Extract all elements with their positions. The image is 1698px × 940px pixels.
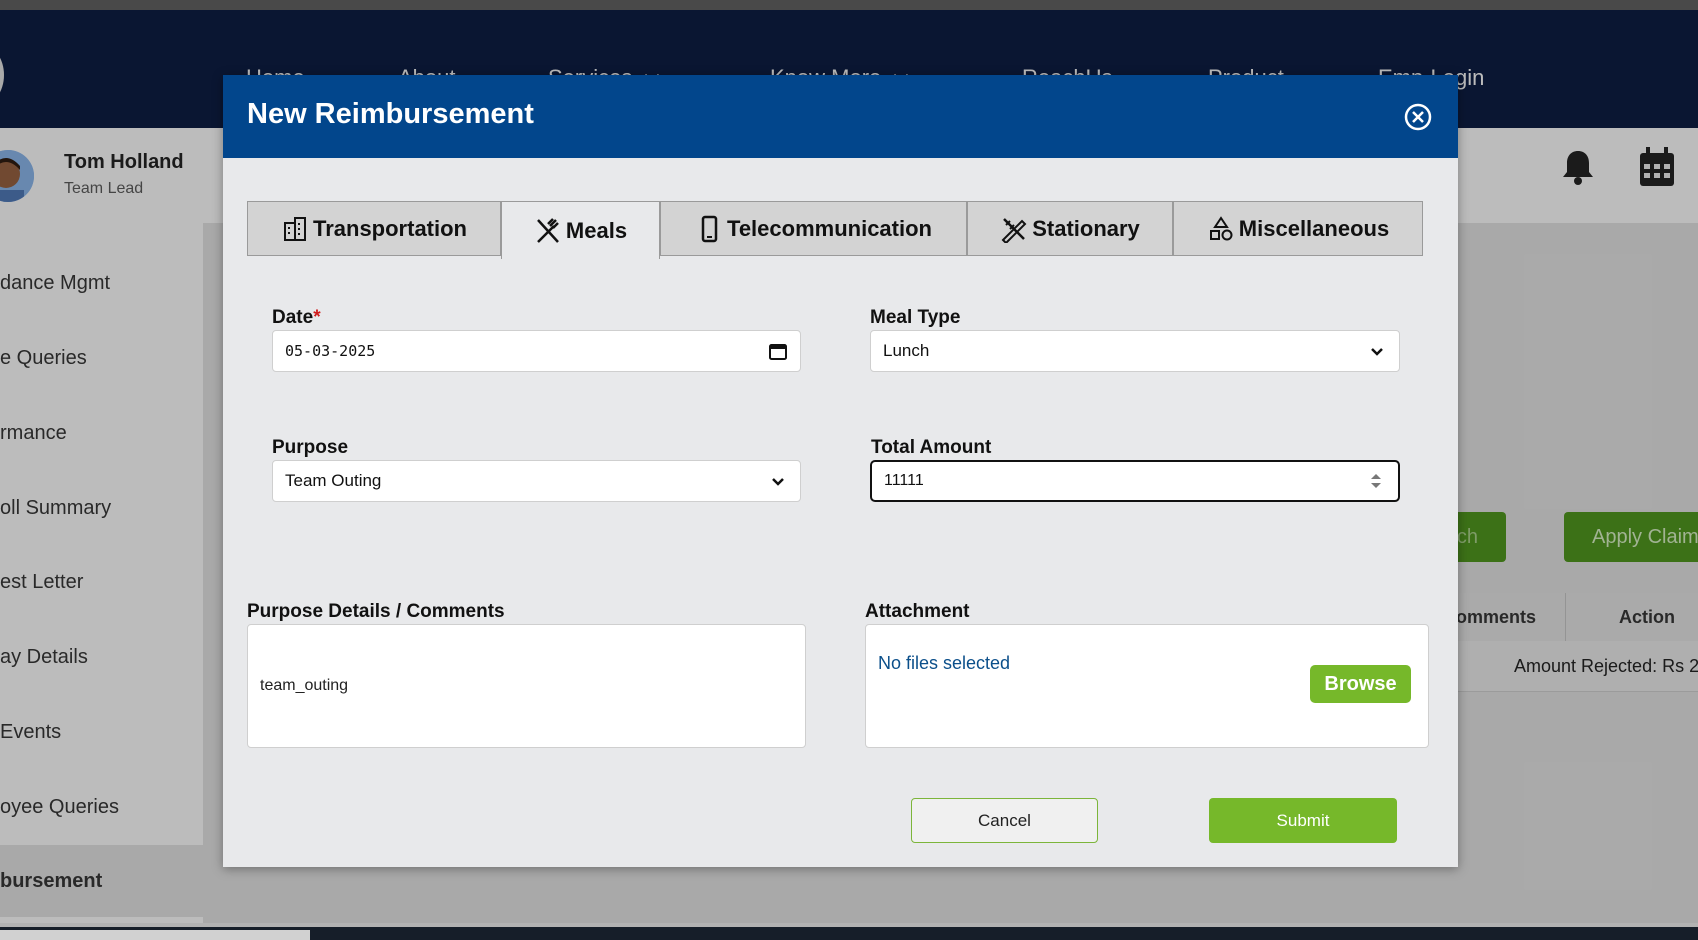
attachment-status: No files selected — [878, 653, 1011, 673]
browse-button[interactable]: Browse — [1310, 665, 1411, 703]
number-stepper-icon[interactable] — [1366, 471, 1386, 491]
attachment-label: Attachment — [865, 601, 970, 622]
purpose-label: Purpose — [272, 437, 349, 458]
attachment-dropzone[interactable]: No files selected Browse — [865, 624, 1429, 748]
date-label: Date* — [272, 307, 321, 328]
tab-label: Meals — [565, 217, 628, 243]
tab-transportation[interactable]: Transportation — [247, 201, 501, 256]
total-amount-label: Total Amount — [871, 437, 992, 458]
tab-label: Stationary — [1032, 215, 1140, 241]
tab-stationary[interactable]: Stationary — [967, 201, 1173, 256]
required-asterisk: * — [313, 307, 321, 328]
tab-label: Telecommunication — [727, 215, 932, 241]
modal-title: New Reimbursement — [247, 98, 534, 130]
meal-type-select[interactable]: Lunch — [870, 330, 1400, 372]
tab-miscellaneous[interactable]: Miscellaneous — [1173, 201, 1423, 256]
tab-label: Transportation — [312, 215, 467, 241]
date-input[interactable]: 05-03-2025 — [272, 330, 801, 372]
chevron-down-icon — [1371, 348, 1383, 356]
comments-label: Purpose Details / Comments — [247, 601, 505, 622]
purpose-select[interactable]: Team Outing — [272, 460, 801, 502]
meal-type-label: Meal Type — [870, 307, 961, 328]
pencil-ruler-icon — [1001, 217, 1027, 243]
tab-meals[interactable]: Meals — [501, 201, 660, 259]
phone-icon — [701, 215, 718, 242]
cancel-button[interactable]: Cancel — [911, 798, 1098, 843]
chevron-down-icon — [772, 478, 784, 486]
tab-telecommunication[interactable]: Telecommunication — [660, 201, 967, 256]
submit-button[interactable]: Submit — [1209, 798, 1397, 843]
calendar-picker-icon[interactable] — [768, 341, 788, 361]
building-icon — [283, 216, 306, 241]
new-reimbursement-modal: New Reimbursement Transportation Meals T… — [223, 75, 1458, 867]
shapes-icon — [1209, 215, 1233, 240]
comments-textarea[interactable]: team_outing — [247, 624, 806, 748]
modal-header: New Reimbursement — [223, 75, 1458, 158]
fork-knife-icon — [536, 217, 559, 243]
close-icon[interactable] — [1404, 103, 1432, 131]
tab-label: Miscellaneous — [1238, 215, 1390, 241]
total-amount-input[interactable]: 11111 — [870, 460, 1400, 502]
